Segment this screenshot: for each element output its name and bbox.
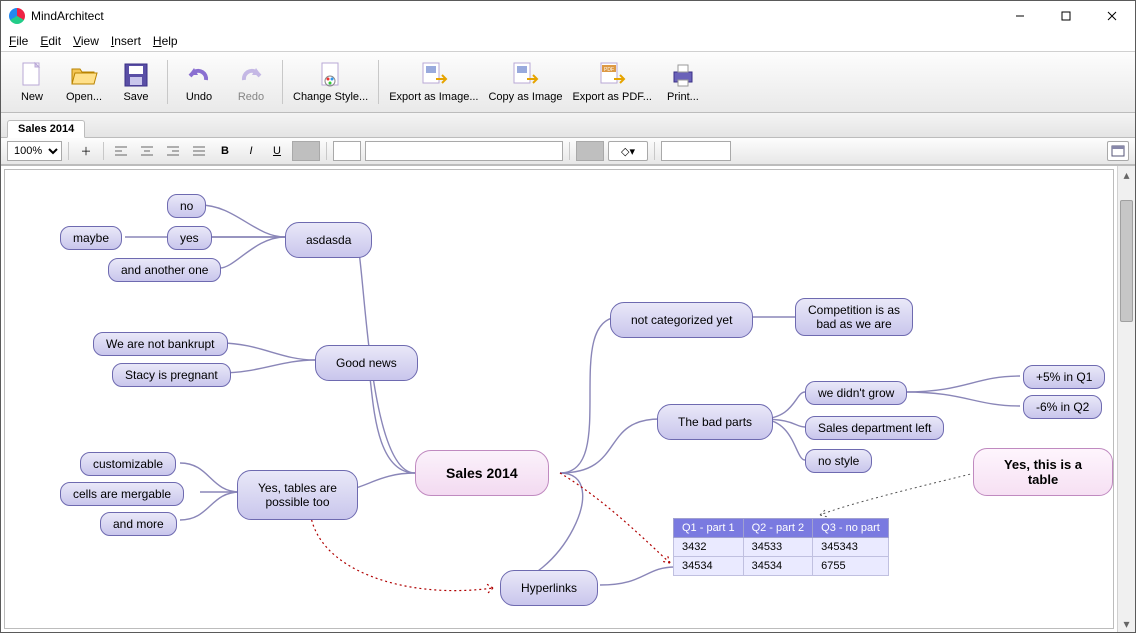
toolbar-separator bbox=[282, 60, 283, 104]
line-style-picker[interactable] bbox=[661, 141, 731, 161]
minimize-button[interactable] bbox=[997, 1, 1043, 31]
menu-edit[interactable]: Edit bbox=[40, 34, 61, 48]
node-yes[interactable]: yes bbox=[167, 226, 212, 250]
font-picker[interactable] bbox=[365, 141, 563, 161]
node-root[interactable]: Sales 2014 bbox=[415, 450, 549, 496]
redo-icon bbox=[237, 61, 265, 89]
node-mergable[interactable]: cells are mergable bbox=[60, 482, 184, 506]
change-style-button[interactable]: Change Style... bbox=[289, 55, 372, 109]
window-title: MindArchitect bbox=[31, 9, 104, 23]
node-not-categorized[interactable]: not categorized yet bbox=[610, 302, 753, 338]
node-tables[interactable]: Yes, tables are possible too bbox=[237, 470, 358, 520]
node-callout-table[interactable]: Yes, this is a table bbox=[973, 448, 1113, 496]
toolbar-separator bbox=[378, 60, 379, 104]
titlebar: MindArchitect bbox=[1, 1, 1135, 31]
node-and-another[interactable]: and another one bbox=[108, 258, 221, 282]
add-node-button[interactable]: ＋ bbox=[75, 141, 97, 161]
table-row[interactable]: 34534 34534 6755 bbox=[674, 557, 889, 576]
undo-button[interactable]: Undo bbox=[174, 55, 224, 109]
node-q2[interactable]: -6% in Q2 bbox=[1023, 395, 1102, 419]
scroll-thumb[interactable] bbox=[1120, 200, 1133, 322]
format-bar: 100% ＋ B I U ◇▾ bbox=[1, 138, 1135, 165]
redo-button[interactable]: Redo bbox=[226, 55, 276, 109]
node-good-news[interactable]: Good news bbox=[315, 345, 418, 381]
save-button[interactable]: Save bbox=[111, 55, 161, 109]
scroll-down-icon[interactable]: ▾ bbox=[1118, 615, 1135, 632]
node-bankrupt[interactable]: We are not bankrupt bbox=[93, 332, 228, 356]
table-row[interactable]: 3432 34533 345343 bbox=[674, 538, 889, 557]
shape-picker[interactable]: ◇▾ bbox=[608, 141, 648, 161]
undo-icon bbox=[185, 61, 213, 89]
export-pdf-icon: PDF bbox=[598, 61, 626, 89]
menu-insert[interactable]: Insert bbox=[111, 34, 141, 48]
printer-icon bbox=[669, 61, 697, 89]
svg-text:PDF: PDF bbox=[604, 67, 614, 73]
mindmap-canvas[interactable]: Sales 2014 asdasda no yes maybe and anot… bbox=[4, 169, 1114, 629]
toolbar-separator bbox=[167, 60, 168, 104]
node-maybe[interactable]: maybe bbox=[60, 226, 122, 250]
print-button[interactable]: Print... bbox=[658, 55, 708, 109]
export-image-icon bbox=[420, 61, 448, 89]
zoom-select[interactable]: 100% bbox=[7, 141, 62, 161]
document-tab[interactable]: Sales 2014 bbox=[7, 120, 85, 138]
palette-icon bbox=[317, 61, 345, 89]
align-justify-button[interactable] bbox=[188, 141, 210, 161]
copy-image-icon bbox=[511, 61, 539, 89]
node-no[interactable]: no bbox=[167, 194, 206, 218]
vertical-scrollbar[interactable]: ▴ ▾ bbox=[1117, 166, 1135, 632]
node-competition[interactable]: Competition is as bad as we are bbox=[795, 298, 913, 336]
border-color-swatch[interactable] bbox=[576, 141, 604, 161]
font-color-swatch[interactable] bbox=[292, 141, 320, 161]
node-no-style[interactable]: no style bbox=[805, 449, 872, 473]
app-icon bbox=[9, 8, 25, 24]
maximize-button[interactable] bbox=[1043, 1, 1089, 31]
tabstrip: Sales 2014 bbox=[1, 113, 1135, 138]
save-icon bbox=[122, 61, 150, 89]
node-stacy[interactable]: Stacy is pregnant bbox=[112, 363, 231, 387]
new-button[interactable]: New bbox=[7, 55, 57, 109]
align-left-button[interactable] bbox=[110, 141, 132, 161]
underline-button[interactable]: U bbox=[266, 141, 288, 161]
file-new-icon bbox=[18, 61, 46, 89]
align-right-button[interactable] bbox=[162, 141, 184, 161]
toolbar: New Open... Save Undo Redo Change Style.… bbox=[1, 51, 1135, 113]
panel-toggle-button[interactable] bbox=[1107, 141, 1129, 161]
fill-color-swatch[interactable] bbox=[333, 141, 361, 161]
table-header: Q1 - part 1 bbox=[674, 519, 744, 538]
scroll-up-icon[interactable]: ▴ bbox=[1118, 166, 1135, 183]
canvas-wrap: Sales 2014 asdasda no yes maybe and anot… bbox=[1, 165, 1135, 632]
table-header: Q2 - part 2 bbox=[743, 519, 813, 538]
node-q1[interactable]: +5% in Q1 bbox=[1023, 365, 1105, 389]
node-and-more[interactable]: and more bbox=[100, 512, 177, 536]
folder-open-icon bbox=[70, 61, 98, 89]
node-bad-parts[interactable]: The bad parts bbox=[657, 404, 773, 440]
node-sales-left[interactable]: Sales department left bbox=[805, 416, 944, 440]
export-image-button[interactable]: Export as Image... bbox=[385, 55, 482, 109]
align-center-button[interactable] bbox=[136, 141, 158, 161]
embedded-table[interactable]: Q1 - part 1 Q2 - part 2 Q3 - no part 343… bbox=[673, 518, 889, 576]
open-button[interactable]: Open... bbox=[59, 55, 109, 109]
node-didnt-grow[interactable]: we didn't grow bbox=[805, 381, 907, 405]
menu-help[interactable]: Help bbox=[153, 34, 178, 48]
bold-button[interactable]: B bbox=[214, 141, 236, 161]
menu-view[interactable]: View bbox=[73, 34, 99, 48]
menubar: File Edit View Insert Help bbox=[1, 31, 1135, 51]
node-asdasda[interactable]: asdasda bbox=[285, 222, 372, 258]
export-pdf-button[interactable]: PDF Export as PDF... bbox=[568, 55, 655, 109]
italic-button[interactable]: I bbox=[240, 141, 262, 161]
node-hyperlinks[interactable]: Hyperlinks bbox=[500, 570, 598, 606]
menu-file[interactable]: File bbox=[9, 34, 28, 48]
copy-image-button[interactable]: Copy as Image bbox=[484, 55, 566, 109]
close-button[interactable] bbox=[1089, 1, 1135, 31]
app-window: MindArchitect File Edit View Insert Help… bbox=[0, 0, 1136, 633]
table-header: Q3 - no part bbox=[813, 519, 889, 538]
node-customizable[interactable]: customizable bbox=[80, 452, 176, 476]
